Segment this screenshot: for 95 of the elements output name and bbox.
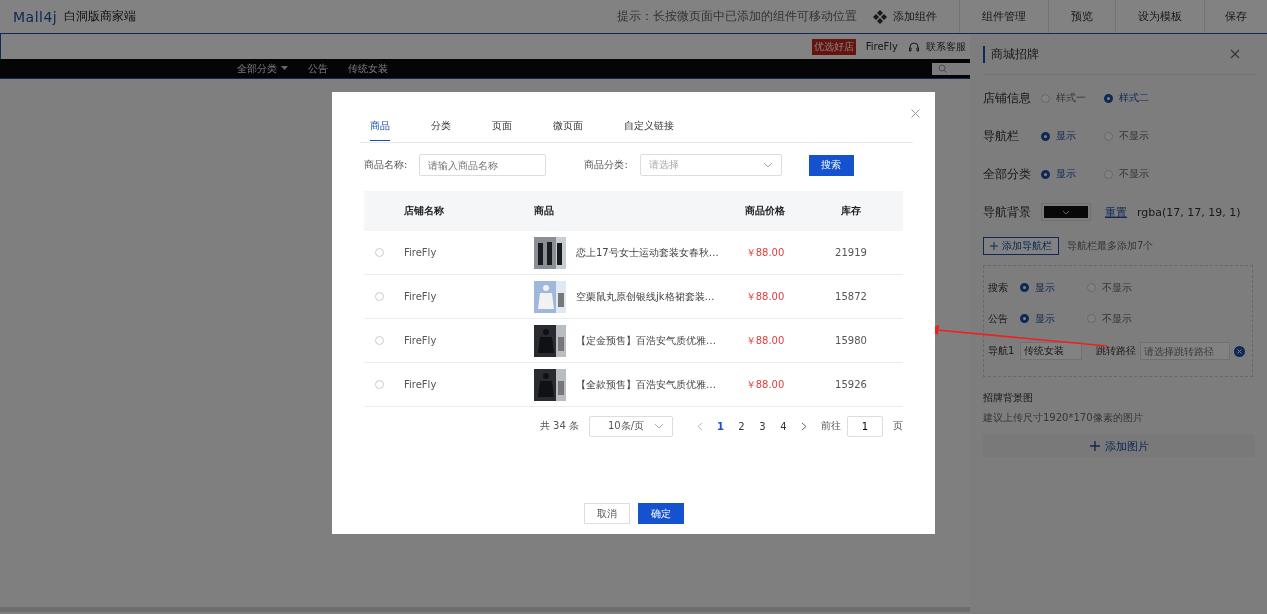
- confirm-button[interactable]: 确定: [637, 503, 684, 524]
- table-cell-text: FireFly: [403, 335, 438, 346]
- table-cell-text: 15980: [834, 335, 868, 346]
- field-label: 商品名称:: [364, 158, 408, 172]
- table-cell-text: ￥88.00: [744, 377, 786, 392]
- toolbar-button[interactable]: 预览: [1048, 0, 1115, 33]
- hint-text: 提示：长按微页面中已添加的组件可移动位置: [617, 8, 857, 25]
- tab[interactable]: 分类: [431, 119, 451, 141]
- close-icon[interactable]: [911, 109, 920, 118]
- table-cell-text: FireFly: [403, 247, 438, 258]
- category-select[interactable]: 请选择: [639, 154, 782, 176]
- radio-option[interactable]: 不显示: [1104, 129, 1167, 143]
- column-header: 店铺名称: [403, 204, 445, 218]
- close-icon[interactable]: [1230, 49, 1240, 59]
- page-size-select[interactable]: 10条/页: [589, 415, 673, 437]
- cancel-button[interactable]: 取消: [583, 503, 630, 524]
- table-cell-text: ￥88.00: [744, 333, 786, 348]
- page-number[interactable]: 2: [734, 420, 749, 432]
- page-suffix: 页: [893, 419, 903, 433]
- column-header: 库存: [840, 204, 862, 218]
- chevron-down-icon: [654, 423, 664, 429]
- total-count: 共 34 条: [539, 419, 579, 433]
- setting-label: 店铺信息: [983, 89, 1032, 107]
- plus-icon: [990, 242, 998, 250]
- page-field[interactable]: 1: [847, 415, 883, 437]
- add-component-button[interactable]: 添加组件: [857, 0, 959, 33]
- diamonds-icon: [873, 9, 887, 24]
- table-cell-text: 15926: [834, 379, 868, 390]
- section-title: 招牌背景图: [983, 391, 1034, 405]
- table-cell-text: ￥88.00: [744, 289, 786, 304]
- path-label: 跳转路径: [1096, 344, 1136, 358]
- toolbar-button[interactable]: 设为模板: [1115, 0, 1204, 33]
- table-cell-text: FireFly: [403, 291, 438, 302]
- toolbar-button[interactable]: 保存: [1204, 0, 1267, 33]
- radio-option[interactable]: 显示: [1041, 167, 1104, 181]
- radio-option[interactable]: 显示: [1020, 280, 1083, 295]
- path-field[interactable]: 请选择跳转路径: [1140, 342, 1230, 360]
- setting-label: 导航背景: [983, 203, 1032, 221]
- setting-label: 公告: [988, 311, 1009, 326]
- table-cell-text: ￥88.00: [744, 245, 786, 260]
- table-cell-text: 15872: [834, 291, 868, 302]
- tab[interactable]: 微页面: [553, 119, 583, 141]
- add-image-button[interactable]: 添加图片: [983, 435, 1255, 457]
- page-number[interactable]: 3: [755, 420, 770, 432]
- shop-name: FireFly: [865, 41, 898, 52]
- column-header: 商品价格: [744, 204, 786, 218]
- chevron-down-icon: [762, 162, 773, 168]
- nav-item[interactable]: 传统女装: [348, 61, 388, 76]
- color-value: rgba(17, 17, 19, 1): [1137, 205, 1241, 219]
- search-icon: [938, 64, 947, 73]
- table-cell: 【全款预售】百浩安气质优雅…: [576, 377, 716, 392]
- radio-option[interactable]: 不显示: [1104, 167, 1167, 181]
- search-field[interactable]: [932, 62, 970, 75]
- radio-option[interactable]: 不显示: [1087, 280, 1150, 295]
- goto-label: 前往: [821, 419, 841, 433]
- remove-icon[interactable]: [1234, 345, 1245, 357]
- caret-icon: [1062, 209, 1070, 215]
- toolbar-button[interactable]: 组件管理: [959, 0, 1048, 33]
- radio-option[interactable]: 显示: [1020, 311, 1083, 326]
- color-picker[interactable]: [1041, 203, 1091, 221]
- logo: Mall4j: [13, 8, 58, 25]
- contact-link[interactable]: 联系客服: [926, 39, 966, 54]
- table-cell: 恋上17号女士运动套装女春秋…: [576, 245, 719, 260]
- nav-name-field[interactable]: 传统女装: [1020, 342, 1082, 360]
- shop-badge: 优选好店: [811, 38, 856, 55]
- table-cell-text: 21919: [834, 247, 868, 258]
- app-subtitle: 白洞版商家端: [64, 8, 137, 25]
- reset-link[interactable]: 重置: [1105, 204, 1127, 220]
- nav-item[interactable]: 全部分类: [237, 61, 288, 76]
- nav-item[interactable]: 公告: [308, 61, 328, 76]
- table-cell: 空栗鼠丸原创银线jk格裙套装…: [576, 289, 715, 304]
- headset-icon: [908, 40, 920, 53]
- tab[interactable]: 商品: [370, 119, 390, 141]
- column-header: 商品: [533, 204, 555, 218]
- setting-label: 全部分类: [983, 165, 1032, 183]
- setting-label: 导航栏: [983, 127, 1020, 145]
- tab[interactable]: 自定义链接: [624, 119, 674, 141]
- tab[interactable]: 页面: [492, 119, 512, 141]
- nav-item-label: 导航1: [988, 344, 1016, 358]
- radio-option[interactable]: 显示: [1041, 129, 1104, 143]
- setting-label: 搜索: [988, 280, 1009, 295]
- next-page-icon[interactable]: [801, 421, 807, 431]
- table-cell-text: FireFly: [403, 379, 438, 390]
- search-button[interactable]: 搜索: [808, 154, 854, 176]
- name-field[interactable]: 请输入商品名称: [419, 154, 547, 176]
- table-cell: 【定金预售】百浩安气质优雅…: [576, 333, 716, 348]
- page-number[interactable]: 4: [776, 420, 791, 432]
- field-label: 商品分类:: [584, 158, 628, 172]
- previous-page-icon[interactable]: [697, 421, 703, 431]
- panel-title: 商城招牌: [983, 45, 1039, 63]
- add-nav-button[interactable]: 添加导航栏: [983, 237, 1059, 255]
- radio-option[interactable]: 不显示: [1087, 311, 1150, 326]
- plus-icon: [1089, 441, 1100, 451]
- page-number[interactable]: 1: [713, 420, 728, 432]
- radio-option[interactable]: 样式二: [1104, 91, 1167, 105]
